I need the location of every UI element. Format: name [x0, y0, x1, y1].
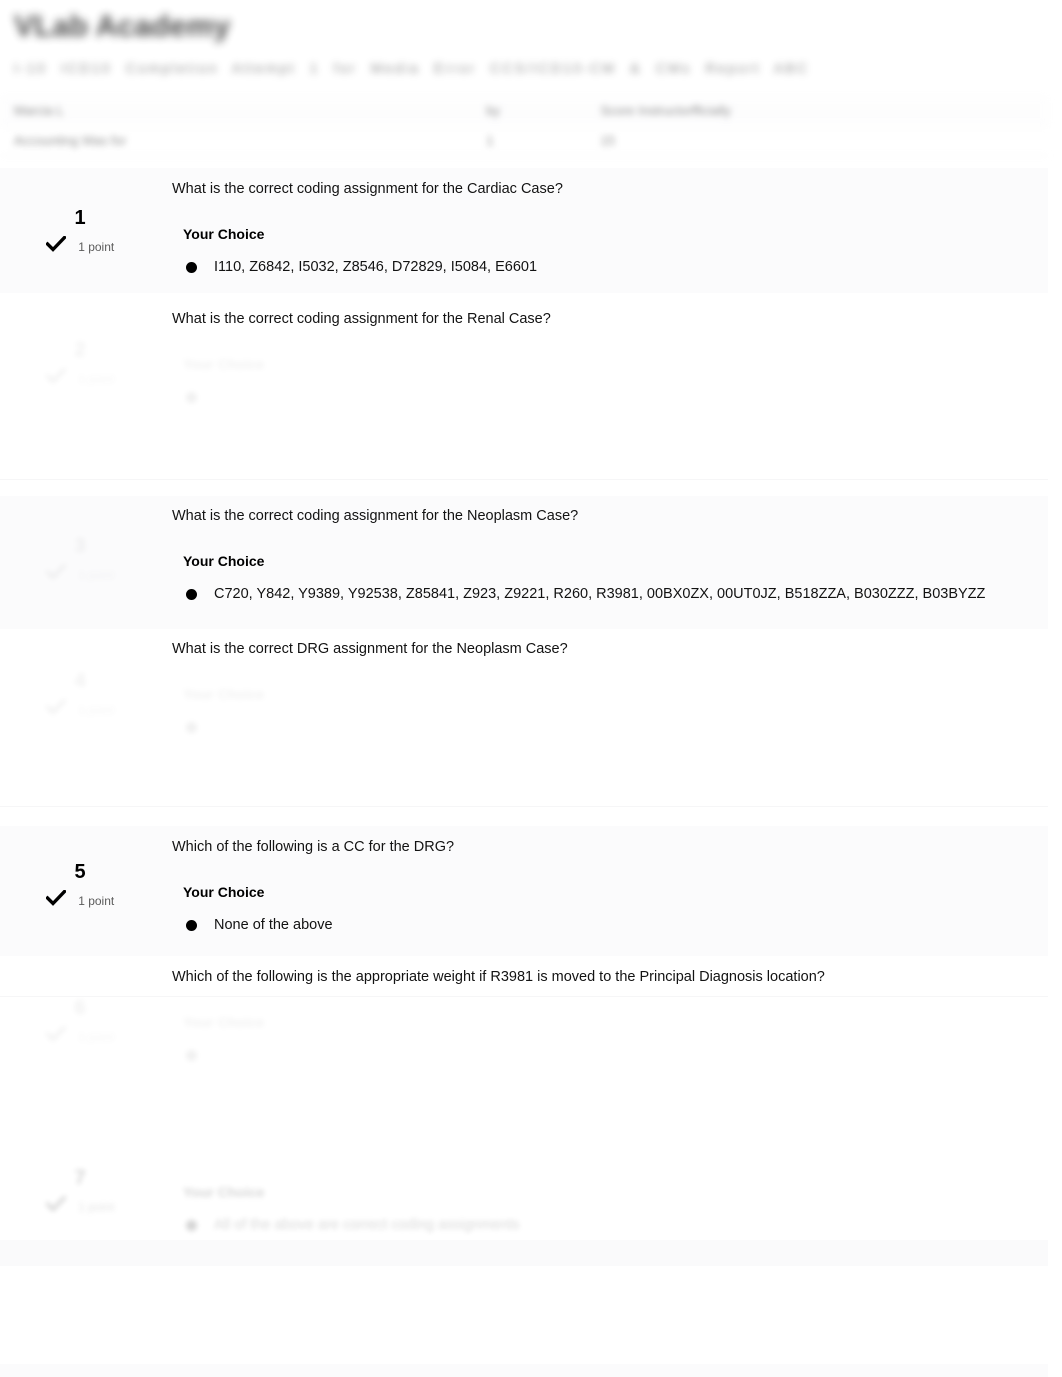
points-label: 1 point: [78, 893, 115, 908]
question-body: What is the correct coding assignment fo…: [172, 310, 1040, 403]
question-text: What is the correct DRG assignment for t…: [172, 641, 568, 657]
divider: [0, 996, 1048, 997]
question-score: 1 point: [0, 1025, 160, 1047]
your-choice-label: Your Choice: [183, 225, 265, 242]
table-row: Accounting Was for 1 15: [0, 125, 1048, 156]
table-row: Marcia L by Score Instructorfficially: [0, 96, 1048, 126]
question-block-5: 5 1 point Which of the following is a CC…: [0, 826, 1048, 956]
divider: [0, 479, 1048, 480]
divider: [0, 1240, 1048, 1266]
points-label: 1 point: [78, 371, 115, 386]
info-row-label: Accounting Was for: [0, 125, 473, 156]
question-score: 1 point: [0, 889, 160, 911]
question-block-3: 3 1 point What is the correct coding ass…: [0, 496, 1048, 629]
info-row-label: Marcia L: [0, 96, 473, 126]
answer-option[interactable]: [186, 718, 1040, 733]
selected-radio-icon[interactable]: [186, 1049, 197, 1061]
question-block-1: 1 1 point What is the correct coding ass…: [0, 168, 1048, 293]
info-row-mid: 1: [472, 125, 587, 156]
question-gutter: 2 1 point: [0, 340, 160, 389]
selected-radio-icon[interactable]: [186, 1220, 197, 1231]
answer-text: I110, Z6842, I5032, Z8546, D72829, I5084…: [214, 258, 538, 275]
question-number: 7: [74, 1167, 86, 1189]
points-label: 1 point: [78, 567, 115, 582]
question-gutter: 4 1 point: [0, 671, 160, 720]
question-score: 1 point: [0, 698, 160, 720]
question-body: What is the correct DRG assignment for t…: [172, 640, 1040, 733]
checkmark-icon: [44, 367, 67, 389]
question-number: 6: [74, 997, 86, 1019]
question-text: Which of the following is the appropriat…: [172, 969, 825, 985]
question-block-4: 4 1 point What is the correct DRG assign…: [0, 629, 1048, 825]
info-row-mid: by: [472, 96, 587, 126]
answer-option[interactable]: All of the above are correct coding assi…: [186, 1216, 1040, 1235]
checkmark-icon: [44, 563, 67, 585]
selected-radio-icon[interactable]: [186, 919, 197, 931]
points-label: 1 point: [78, 702, 115, 717]
answer-option[interactable]: [186, 388, 1040, 403]
question-body: What is the correct coding assignment fo…: [172, 180, 1040, 276]
brand-title: VLab Academy: [14, 10, 231, 43]
selected-radio-icon[interactable]: [186, 261, 197, 273]
question-text: What is the correct coding assignment fo…: [172, 311, 551, 327]
info-row-value: Score Instructorfficially: [586, 96, 1048, 126]
question-score: 1 point: [0, 563, 160, 585]
your-choice-label: Your Choice: [183, 1184, 265, 1200]
question-gutter: 6 1 point: [0, 998, 160, 1047]
question-block-2: 2 1 point What is the correct coding ass…: [0, 298, 1048, 495]
question-text: What is the correct coding assignment fo…: [172, 508, 579, 524]
answer-text: All of the above are correct coding assi…: [214, 1217, 520, 1233]
your-choice-label: Your Choice: [183, 1013, 265, 1030]
answer-option[interactable]: C720, Y842, Y9389, Y92538, Z85841, Z923,…: [186, 585, 1040, 604]
points-label: 1 point: [78, 1199, 115, 1214]
question-number: 5: [74, 861, 86, 883]
answer-text: C720, Y842, Y9389, Y92538, Z85841, Z923,…: [214, 585, 986, 602]
question-gutter: 3 1 point: [0, 536, 160, 585]
question-number: 1: [74, 207, 86, 229]
checkmark-icon: [44, 1195, 67, 1217]
question-gutter: 1 1 point: [0, 208, 160, 257]
answer-option[interactable]: I110, Z6842, I5032, Z8546, D72829, I5084…: [186, 258, 1040, 277]
answer-option[interactable]: [186, 1046, 1040, 1061]
assessment-meta-line: I-10 ICD10 Completion Attempt 1 for Medi…: [14, 60, 810, 76]
checkmark-icon: [44, 698, 67, 720]
divider: [0, 1364, 1048, 1377]
question-score: 1 point: [0, 1195, 160, 1217]
question-number: 4: [74, 670, 86, 692]
checkmark-icon: [44, 235, 67, 257]
question-body: Your Choice All of the above are correct…: [172, 1158, 1040, 1235]
checkmark-icon: [44, 1025, 67, 1047]
selected-radio-icon[interactable]: [186, 588, 197, 600]
question-score: 1 point: [0, 367, 160, 389]
your-choice-label: Your Choice: [183, 685, 265, 702]
question-gutter: 7 1 point: [0, 1168, 160, 1217]
assessment-info-table: Marcia L by Score Instructorfficially Ac…: [0, 96, 1048, 156]
answer-option[interactable]: None of the above: [186, 916, 1040, 935]
question-text: What is the correct coding assignment fo…: [172, 181, 563, 197]
answer-text: None of the above: [214, 916, 333, 933]
your-choice-label: Your Choice: [183, 552, 265, 569]
question-body: Which of the following is a CC for the D…: [172, 838, 1040, 934]
your-choice-label: Your Choice: [183, 883, 265, 900]
question-body: Which of the following is the appropriat…: [172, 968, 1040, 1061]
question-body: What is the correct coding assignment fo…: [172, 507, 1040, 603]
selected-radio-icon[interactable]: [186, 391, 197, 403]
your-choice-label: Your Choice: [183, 355, 265, 372]
question-block-6: 6 1 point Which of the following is the …: [0, 956, 1048, 1146]
question-gutter: 5 1 point: [0, 862, 160, 911]
question-number: 2: [74, 339, 86, 361]
question-text: Which of the following is a CC for the D…: [172, 839, 455, 855]
divider: [0, 806, 1048, 807]
selected-radio-icon[interactable]: [186, 721, 197, 733]
question-number: 3: [74, 535, 86, 557]
points-label: 1 point: [78, 1029, 115, 1044]
checkmark-icon: [44, 889, 67, 911]
points-label: 1 point: [78, 239, 115, 254]
question-score: 1 point: [0, 235, 160, 257]
info-row-value: 15: [586, 125, 1048, 156]
